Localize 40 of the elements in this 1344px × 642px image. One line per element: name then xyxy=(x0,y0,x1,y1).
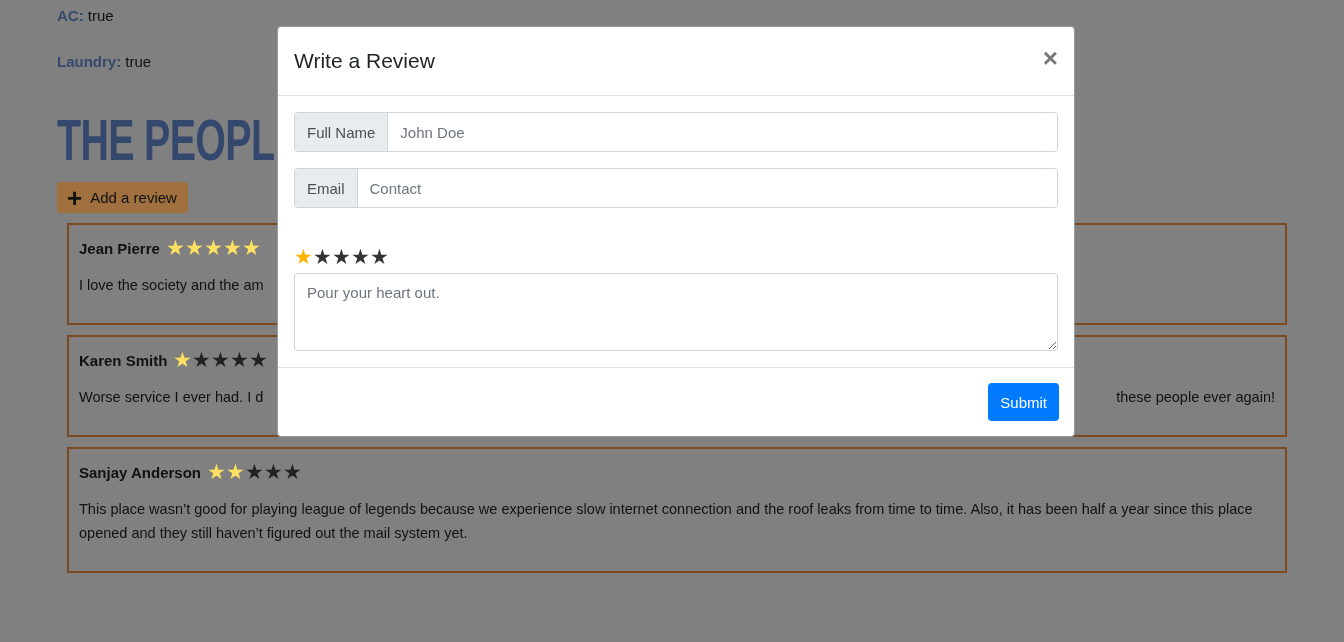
star-icon[interactable]: ★ xyxy=(351,245,370,269)
add-review-button[interactable]: + Add a review xyxy=(57,182,188,213)
rating-input[interactable]: ★★★★★ xyxy=(294,245,1058,269)
star-icon: ★ xyxy=(249,349,269,371)
star-icon: ★ xyxy=(241,237,261,259)
review-text: I love the society and the am xyxy=(79,276,264,295)
page-heading: THE PEOPL xyxy=(57,110,275,170)
star-icon: ★ xyxy=(207,461,226,483)
star-icon: ★ xyxy=(211,349,231,371)
star-icon: ★ xyxy=(222,237,242,259)
star-icon: ★ xyxy=(192,349,212,371)
reviewer-name: Karen Smith xyxy=(79,351,168,369)
close-button[interactable]: × xyxy=(1042,42,1058,74)
star-icon: ★ xyxy=(245,461,264,483)
reviewer-name: Sanjay Anderson xyxy=(79,463,201,481)
reviewer-name: Jean Pierre xyxy=(79,239,160,257)
review-text: Worse service I ever had. I d xyxy=(79,388,264,407)
star-icon: ★ xyxy=(203,237,223,259)
submit-button[interactable]: Submit xyxy=(988,383,1059,421)
review-text: This place wasn’t good for playing league of legends because we experience slow internet connection and the roof leaks from time to time. Also, it has been half a year since this place opened and they still haven’t figured out the mail system yet. xyxy=(79,500,1254,543)
plus-icon: + xyxy=(67,187,83,208)
review-text: these people ever again! xyxy=(1116,388,1275,407)
comment-field[interactable]: Pour your heart out. xyxy=(294,273,1058,351)
amenity-text: Laundry: true xyxy=(57,52,152,72)
star-icon: ★ xyxy=(165,237,185,259)
star-icon[interactable]: ★ xyxy=(313,245,332,269)
star-icon: ★ xyxy=(264,461,283,483)
amenity-text: AC: true xyxy=(57,6,114,26)
dialog-title: Write a Review xyxy=(294,49,435,73)
field-label: Full Name xyxy=(295,113,389,151)
input-field[interactable]: Email Contact xyxy=(294,168,1058,208)
input-field[interactable]: Full Name John Doe xyxy=(294,112,1058,152)
star-icon: ★ xyxy=(184,237,204,259)
star-icon[interactable]: ★ xyxy=(332,245,351,269)
star-icon[interactable]: ★ xyxy=(370,245,389,269)
star-icon: ★ xyxy=(283,461,302,483)
star-icon: ★ xyxy=(230,349,250,371)
star-icon: ★ xyxy=(226,461,245,483)
field-label: Email xyxy=(295,169,358,207)
star-icon: ★ xyxy=(173,349,193,371)
